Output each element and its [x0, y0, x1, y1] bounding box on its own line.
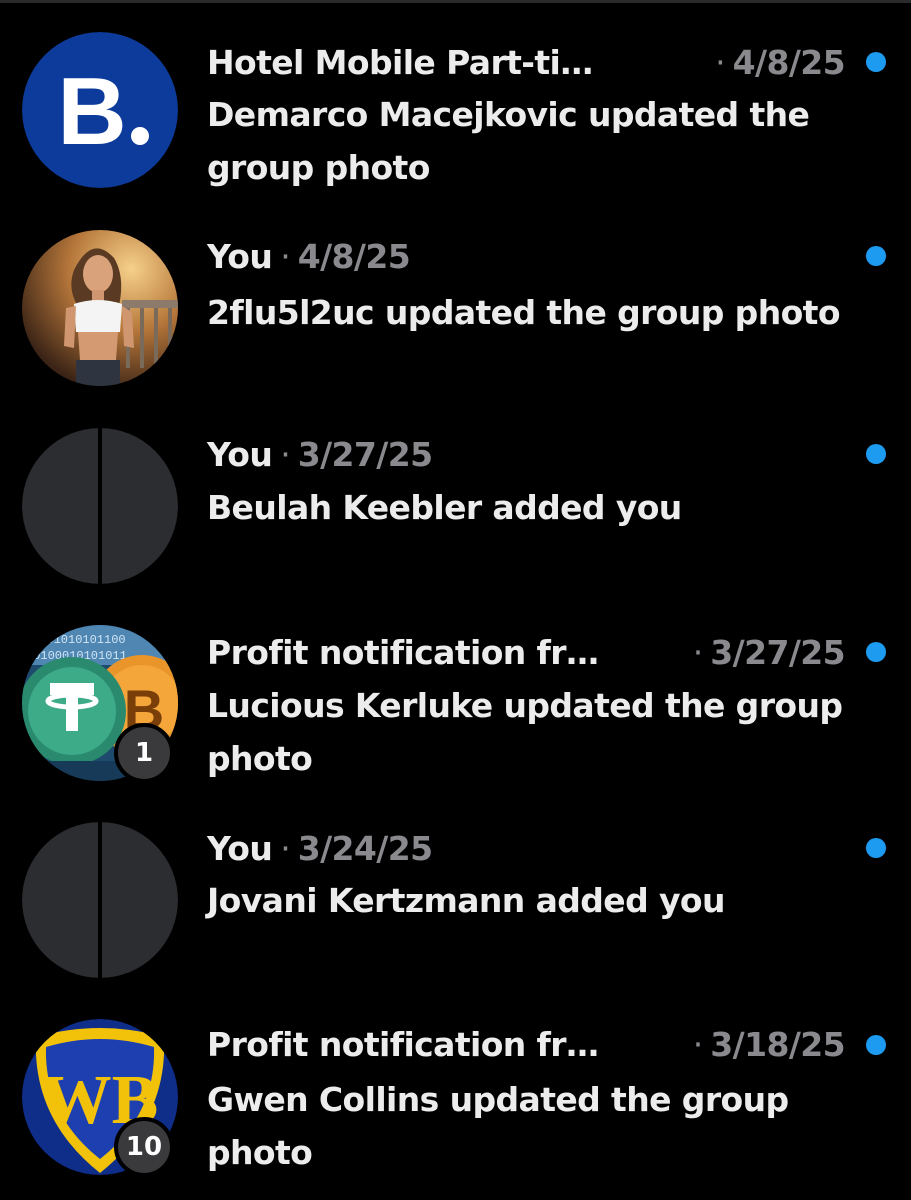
- conversation-title: You: [207, 828, 273, 868]
- separator-dot: ·: [280, 236, 291, 276]
- conversation-preview: 2flu5l2uc updated the group photo: [207, 293, 841, 332]
- booking-logo-avatar: B: [22, 32, 178, 188]
- conversation-title: Profit notification fr…: [207, 632, 599, 672]
- unread-count-badge: 1: [114, 723, 174, 783]
- conversation-preview: Demarco Macejkovic updated the group pho…: [207, 95, 810, 187]
- conversation-date: 4/8/25: [732, 42, 846, 82]
- conversation-row-you-1[interactable]: You · 4/8/25 2flu5l2uc updated the group…: [0, 218, 911, 408]
- conversation-title: You: [207, 236, 273, 276]
- conversation-header: You · 4/8/25: [207, 231, 411, 281]
- conversation-preview: Jovani Kertzmann added you: [207, 881, 725, 920]
- conversation-preview: Beulah Keebler added you: [207, 488, 682, 527]
- separator-dot: ·: [280, 828, 291, 868]
- svg-text:B: B: [57, 58, 126, 165]
- conversation-date-group: · 3/27/25: [685, 627, 846, 677]
- separator-dot: ·: [692, 1024, 704, 1064]
- separator-dot: ·: [715, 42, 726, 82]
- conversation-list: B Hotel Mobile Part-ti… · 4/8/25 Demarco…: [0, 0, 911, 1200]
- conversation-title: Profit notification fr…: [207, 1024, 599, 1064]
- conversation-header: Profit notification fr…: [207, 1019, 599, 1069]
- unread-indicator: [866, 838, 886, 858]
- conversation-title: Hotel Mobile Part-ti…: [207, 42, 593, 82]
- unread-indicator: [866, 52, 886, 72]
- unread-indicator: [866, 642, 886, 662]
- group-placeholder-icon: [22, 428, 178, 584]
- split-placeholder-avatar: [22, 822, 178, 978]
- profile-photo-icon: [22, 230, 178, 386]
- conversation-preview: Gwen Collins updated the group photo: [207, 1080, 789, 1172]
- conversation-date: 3/18/25: [710, 1024, 845, 1064]
- separator-dot: ·: [280, 434, 291, 474]
- conversation-title: You: [207, 434, 273, 474]
- unread-indicator: [866, 1035, 886, 1055]
- conversation-preview: Lucious Kerluke updated the group photo: [207, 686, 843, 778]
- unread-count-badge: 10: [114, 1117, 174, 1177]
- conversation-row-profit-1[interactable]: 0001010101100 10100010101011 B 1 Profit …: [0, 611, 911, 801]
- group-placeholder-icon: [22, 822, 178, 978]
- conversation-date-group: · 3/18/25: [685, 1019, 846, 1069]
- unread-indicator: [866, 444, 886, 464]
- svg-text:0001010101100: 0001010101100: [32, 633, 126, 647]
- conversation-date: 3/24/25: [297, 828, 433, 868]
- unread-indicator: [866, 246, 886, 266]
- conversation-row-profit-2[interactable]: WB 10 Profit notification fr… · 3/18/25 …: [0, 1005, 911, 1195]
- conversation-date-group: · 4/8/25: [707, 37, 845, 87]
- separator-dot: ·: [692, 632, 704, 672]
- conversation-header: Profit notification fr…: [207, 627, 599, 677]
- conversation-row-you-3[interactable]: You · 3/24/25 Jovani Kertzmann added you: [0, 808, 911, 998]
- conversation-header: Hotel Mobile Part-ti…: [207, 37, 593, 87]
- conversation-date: 4/8/25: [297, 236, 411, 276]
- conversation-row-you-2[interactable]: You · 3/27/25 Beulah Keebler added you: [0, 414, 911, 604]
- conversation-header: You · 3/24/25: [207, 823, 433, 873]
- conversation-header: You · 3/27/25: [207, 429, 433, 479]
- conversation-date: 3/27/25: [297, 434, 433, 474]
- profile-photo-avatar: [22, 230, 178, 386]
- conversation-date: 3/27/25: [710, 632, 845, 672]
- booking-logo-icon: B: [22, 32, 178, 188]
- split-placeholder-avatar: [22, 428, 178, 584]
- conversation-row-hotel-mobile[interactable]: B Hotel Mobile Part-ti… · 4/8/25 Demarco…: [0, 22, 911, 212]
